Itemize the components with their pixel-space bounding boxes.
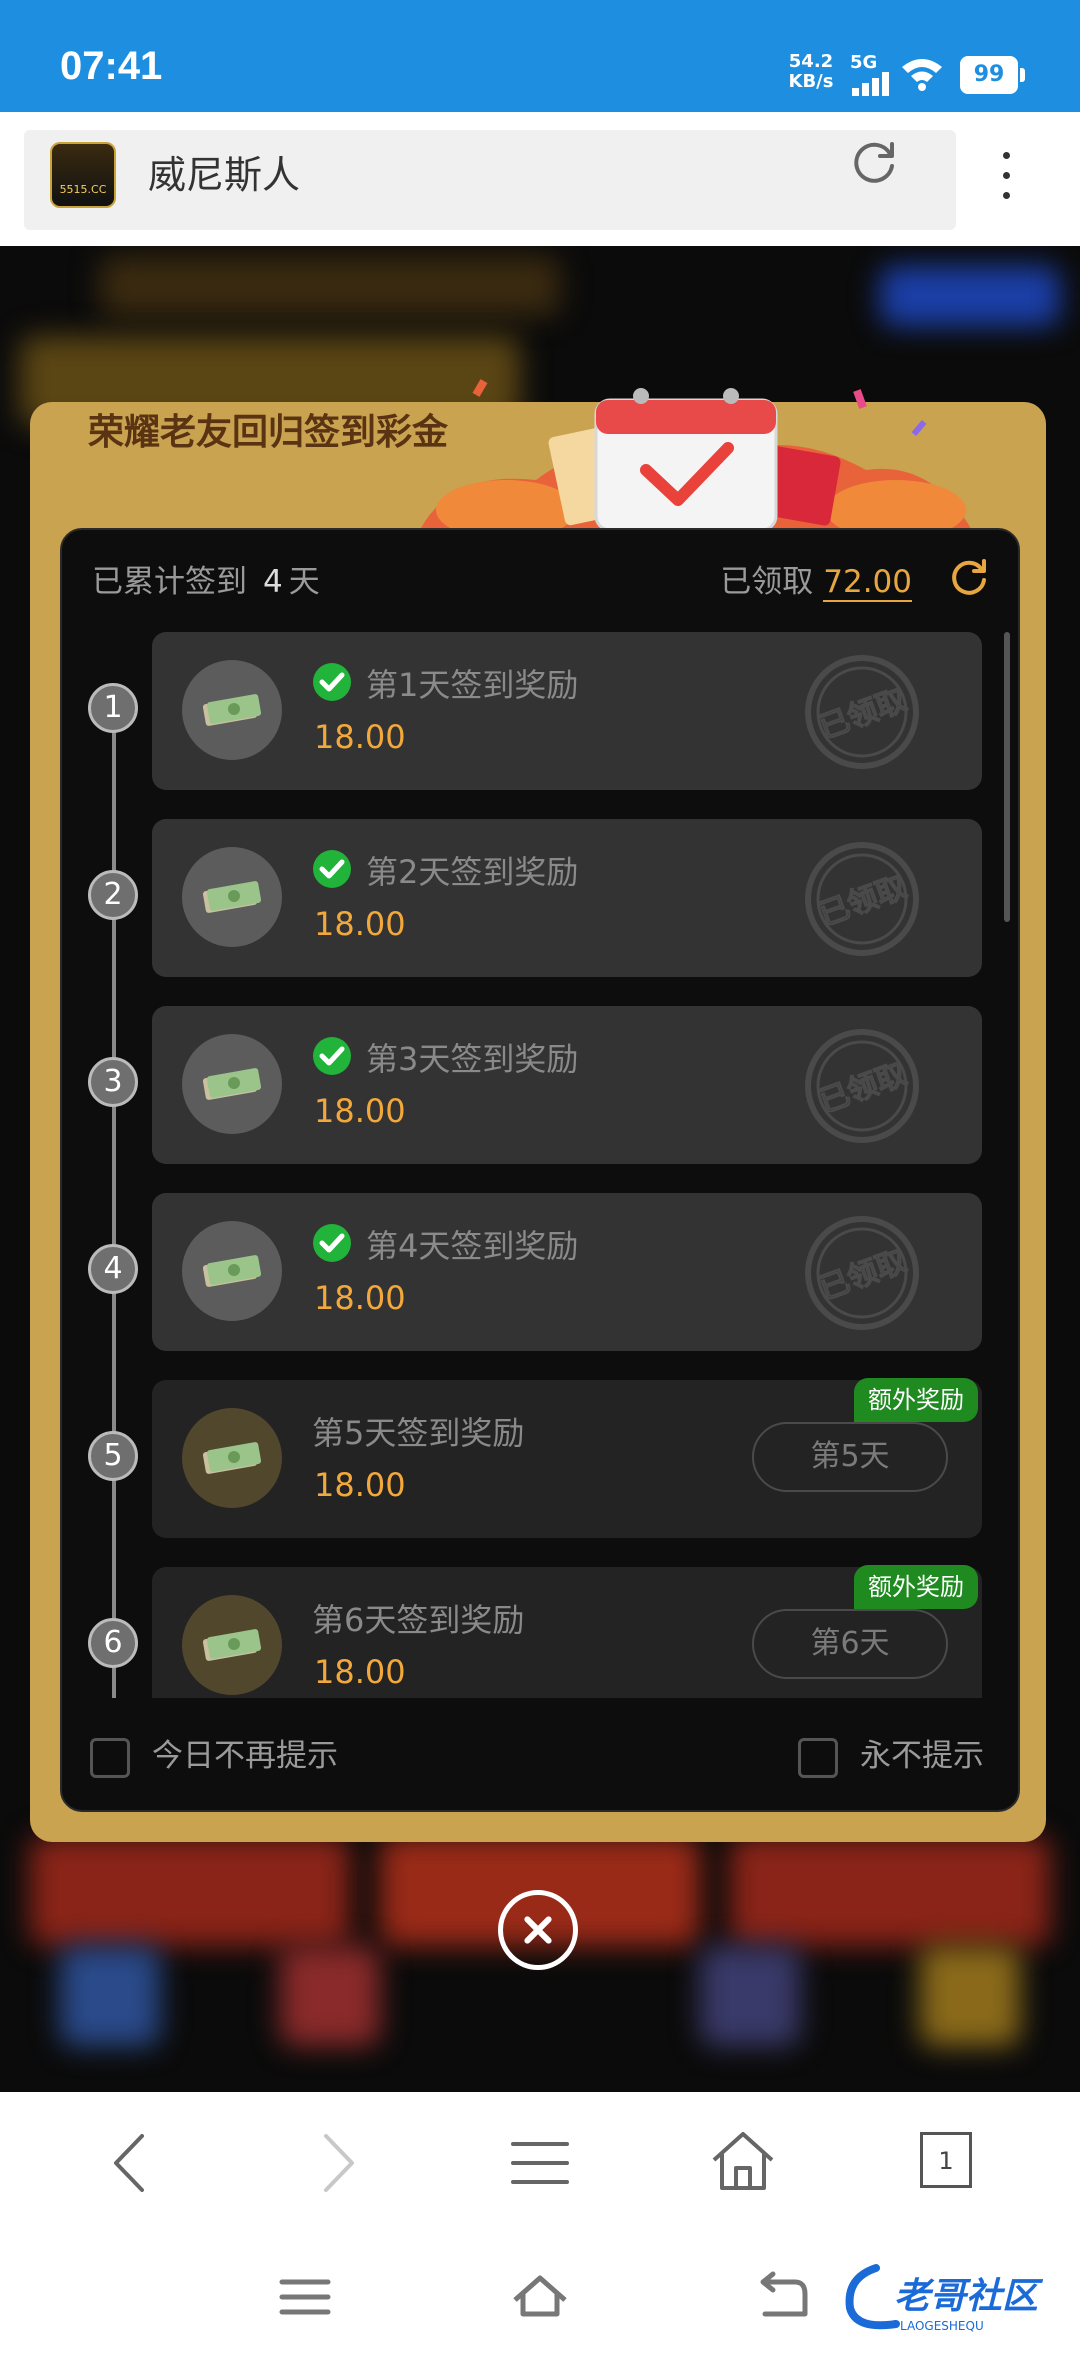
modal-title: 荣耀老友回归签到彩金: [88, 412, 449, 453]
signal-icon: [852, 72, 892, 96]
claim-day6-button[interactable]: 第6天: [752, 1609, 948, 1679]
cash-icon: [182, 847, 282, 947]
reward-title: 第5天签到奖励: [312, 1414, 525, 1452]
dont-show-today-option[interactable]: 今日不再提示: [90, 1730, 338, 1778]
tabs-button[interactable]: 1: [920, 2132, 972, 2188]
checkmark-icon: [313, 663, 351, 701]
dont-show-today-checkbox[interactable]: [90, 1737, 130, 1778]
svg-text:LAOGESHEQU: LAOGESHEQU: [900, 2319, 984, 2333]
reward-row-day5: 第5天签到奖励 18.00 额外奖励 第5天: [152, 1378, 982, 1538]
reward-amount: 18.00: [314, 1466, 406, 1504]
home-icon[interactable]: [708, 2126, 778, 2196]
reward-amount: 18.00: [314, 1279, 406, 1317]
reward-amount: 18.00: [314, 718, 406, 756]
system-home-icon[interactable]: [505, 2262, 575, 2332]
page-title[interactable]: 威尼斯人: [148, 144, 300, 199]
status-bar: 07:41 54.2 KB/s 5G 99: [0, 0, 1080, 112]
step-marker: 2: [88, 870, 138, 920]
reward-amount: 18.00: [314, 1092, 406, 1130]
claimed-amount: 72.00: [823, 564, 912, 602]
back-icon[interactable]: [98, 2128, 168, 2198]
reward-title: 第6天签到奖励: [312, 1601, 525, 1639]
never-show-checkbox[interactable]: [798, 1737, 838, 1778]
close-modal-button[interactable]: [498, 1890, 578, 1970]
forward-icon[interactable]: [300, 2128, 370, 2198]
cash-icon: [182, 1595, 282, 1695]
claimed-stamp: 已领取: [805, 842, 919, 956]
step-marker: 6: [88, 1618, 138, 1668]
cash-icon: [182, 1034, 282, 1134]
browser-toolbar: 5515.CC 威尼斯人: [0, 112, 1080, 246]
reward-amount: 18.00: [314, 905, 406, 943]
recent-apps-icon[interactable]: [270, 2262, 340, 2332]
claimed-stamp: 已领取: [805, 655, 919, 769]
checkmark-icon: [313, 1037, 351, 1075]
step-marker: 5: [88, 1431, 138, 1481]
never-show-option[interactable]: 永不提示: [798, 1730, 984, 1778]
wifi-icon: [902, 59, 942, 91]
cash-icon: [182, 660, 282, 760]
system-back-icon[interactable]: [745, 2262, 815, 2332]
reward-title: 第4天签到奖励: [366, 1227, 579, 1265]
step-marker: 3: [88, 1057, 138, 1107]
network-speed: 54.2 KB/s: [788, 51, 834, 92]
total-checkin-days: 4: [263, 564, 283, 600]
network-type: 5G: [850, 52, 878, 73]
watermark-logo: 老哥社区 LAOGESHEQU: [845, 2264, 1044, 2333]
claimed-stamp: 已领取: [805, 1216, 919, 1330]
reward-row-day1: 第1天签到奖励 18.00 已领取: [152, 632, 982, 790]
checkmark-icon: [313, 850, 351, 888]
refresh-icon[interactable]: [948, 556, 990, 598]
total-checkin-summary: 已累计签到 4 天: [92, 564, 320, 600]
cash-icon: [182, 1408, 282, 1508]
reward-row-day2: 第2天签到奖励 18.00 已领取: [152, 819, 982, 977]
checkmark-icon: [313, 1224, 351, 1262]
list-scrollbar[interactable]: [1004, 632, 1010, 922]
reward-row-day3: 第3天签到奖励 18.00 已领取: [152, 1006, 982, 1164]
reward-list[interactable]: 1 第1天签到奖励 18.00 已领取 2 第2天签到奖励 18.00 已领取 …: [60, 620, 1020, 1698]
reward-row-day4: 第4天签到奖励 18.00 已领取: [152, 1193, 982, 1351]
more-menu-icon[interactable]: [996, 152, 1016, 212]
claimed-stamp: 已领取: [805, 1029, 919, 1143]
svg-text:老哥社区: 老哥社区: [894, 2276, 1044, 2317]
calendar-banner-icon: [416, 379, 976, 538]
step-marker: 1: [88, 683, 138, 733]
reward-amount: 18.00: [314, 1653, 406, 1691]
site-logo: 5515.CC: [50, 142, 116, 208]
cash-icon: [182, 1221, 282, 1321]
menu-icon[interactable]: [505, 2128, 575, 2198]
claim-day5-button[interactable]: 第5天: [752, 1422, 948, 1492]
timeline-line: [112, 700, 116, 1698]
claimed-summary: 已领取 72.00: [720, 564, 912, 602]
extra-reward-badge: 额外奖励: [854, 1378, 978, 1422]
reload-icon[interactable]: [848, 136, 900, 188]
reward-title: 第2天签到奖励: [366, 853, 579, 891]
step-marker: 4: [88, 1244, 138, 1294]
extra-reward-badge: 额外奖励: [854, 1565, 978, 1609]
reward-title: 第3天签到奖励: [366, 1040, 579, 1078]
status-time: 07:41: [60, 44, 163, 88]
battery-icon: 99: [960, 56, 1025, 94]
reward-title: 第1天签到奖励: [366, 666, 579, 704]
reward-row-day6: 第6天签到奖励 18.00 额外奖励 第6天: [152, 1565, 982, 1698]
